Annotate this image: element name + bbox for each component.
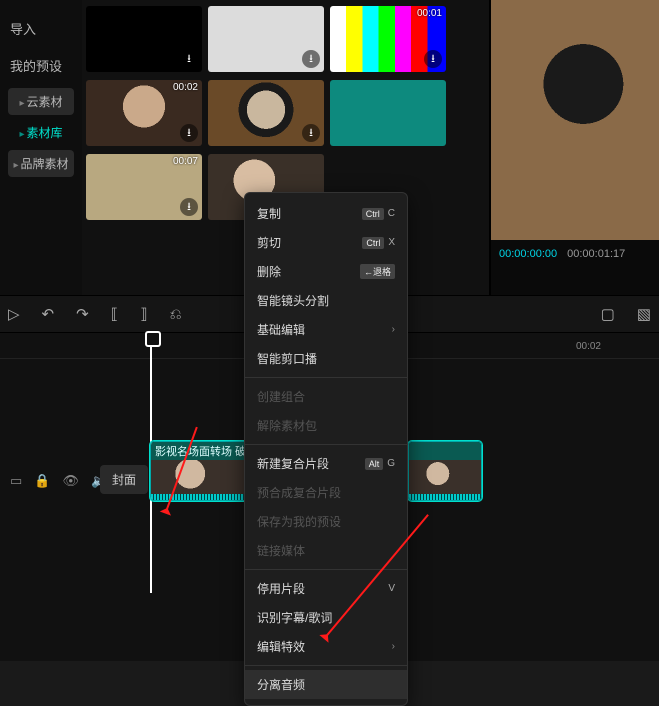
media-thumbnail[interactable]: 00:02 ⭳ [86,80,202,146]
menu-item[interactable]: 分离音频 [245,670,407,699]
ruler-tick-end: 00:02 [576,341,601,352]
sidebar: 导入 我的预设 云素材 素材库 品牌素材 [0,0,82,295]
undo-icon[interactable]: ↶ [42,305,55,323]
chevron-right-icon: › [392,641,395,652]
crop-icon[interactable]: ▢ [601,305,615,323]
sidebar-item-import[interactable]: 导入 [0,10,82,47]
chevron-right-icon: › [392,324,395,335]
menu-item[interactable]: 复制 Ctrl C [245,199,407,228]
media-thumbnail[interactable] [330,80,446,146]
menu-item-label: 智能镜头分割 [257,292,329,309]
media-thumbnail[interactable]: ⭳ [208,6,324,72]
menu-item[interactable]: 剪切 Ctrl X [245,228,407,257]
mark-in-icon[interactable]: ⟦ [111,305,118,323]
menu-item[interactable]: 停用片段 V [245,574,407,603]
redo-icon[interactable]: ↷ [76,305,89,323]
menu-item-label: 预合成复合片段 [257,484,341,501]
media-thumbnail[interactable]: ⭳ [86,6,202,72]
menu-item-label: 停用片段 [257,580,305,597]
menu-item: 创建组合 [245,382,407,411]
clip-label [409,442,481,460]
preview-image [491,0,659,240]
download-icon[interactable]: ⭳ [180,124,198,142]
menu-item-label: 保存为我的预设 [257,513,341,530]
menu-item-label: 复制 [257,205,281,222]
shortcut-key: Ctrl [362,237,384,249]
media-thumbnail[interactable]: ⭳ [208,80,324,146]
menu-item-label: 链接媒体 [257,542,305,559]
menu-item-label: 创建组合 [257,388,305,405]
clip-thumbnail [151,460,249,494]
media-thumbnail[interactable]: 00:07 ⭳ [86,154,202,220]
menu-item-label: 分离音频 [257,676,305,693]
menu-item: 解除素材包 [245,411,407,440]
shortcut-key: Ctrl [362,208,384,220]
menu-item-label: 新建复合片段 [257,455,329,472]
shortcut-char: G [387,458,395,469]
visibility-toggle-icon[interactable]: ▭ [10,473,22,489]
download-icon[interactable]: ⭳ [302,124,320,142]
clip-waveform [409,494,481,500]
split-icon[interactable]: ⎌ [170,306,182,323]
timecode-current: 00:00:00:00 [499,248,557,260]
menu-item-label: 删除 [257,263,281,280]
sidebar-item-brand[interactable]: 品牌素材 [8,150,74,177]
clip-waveform [151,494,249,500]
clip-thumbnail [409,460,481,494]
menu-separator [245,377,407,378]
thumbnail-duration: 00:01 [417,8,442,19]
menu-item-label: 编辑特效 [257,638,305,655]
cover-button[interactable]: 封面 [100,465,148,494]
shortcut-key: Alt [365,458,384,470]
timeline-clip[interactable] [408,441,482,501]
menu-separator [245,665,407,666]
menu-item[interactable]: 智能镜头分割 [245,286,407,315]
timecode-total: 00:00:01:17 [567,248,625,260]
menu-item[interactable]: 新建复合片段 AltG [245,449,407,478]
download-icon[interactable]: ⭳ [302,50,320,68]
menu-item-label: 智能剪口播 [257,350,317,367]
cursor-tool-icon[interactable]: ▷ [8,305,20,323]
menu-item[interactable]: 智能剪口播 [245,344,407,373]
shortcut-key: ←退格 [360,264,395,279]
download-icon[interactable]: ⭳ [424,50,442,68]
download-icon[interactable]: ⭳ [180,50,198,68]
preview-panel: 00:00:00:00 00:00:01:17 [489,0,659,295]
menu-item-label: 基础编辑 [257,321,305,338]
timeline-clip[interactable]: 影视名场面转场 破... [150,441,250,501]
thumbnail-duration: 00:02 [173,82,198,93]
menu-separator [245,444,407,445]
menu-item-label: 解除素材包 [257,417,317,434]
sidebar-item-presets[interactable]: 我的预设 [0,47,82,84]
shortcut-char: X [388,237,395,248]
thumbnail-duration: 00:07 [173,156,198,167]
lock-toggle-icon[interactable]: 🔒 [34,473,50,489]
sidebar-item-library[interactable]: 素材库 [8,119,74,146]
menu-item: 预合成复合片段 [245,478,407,507]
download-icon[interactable]: ⭳ [180,198,198,216]
menu-item-label: 剪切 [257,234,281,251]
media-thumbnail[interactable]: 00:01 ⭳ [330,6,446,72]
menu-item[interactable]: 基础编辑 › [245,315,407,344]
menu-item: 保存为我的预设 [245,507,407,536]
shortcut-char: C [388,208,395,219]
menu-item[interactable]: 删除 ←退格 [245,257,407,286]
eye-toggle-icon[interactable]: 👁 [62,473,79,489]
mark-out-icon[interactable]: ⟧ [140,305,147,323]
menu-item: 链接媒体 [245,536,407,565]
clip-label: 影视名场面转场 破... [151,442,249,460]
shortcut-char: V [388,583,395,594]
menu-item-label: 识别字幕/歌词 [257,609,332,626]
sidebar-item-cloud[interactable]: 云素材 [8,88,74,115]
speed-icon[interactable]: ▧ [637,305,651,323]
